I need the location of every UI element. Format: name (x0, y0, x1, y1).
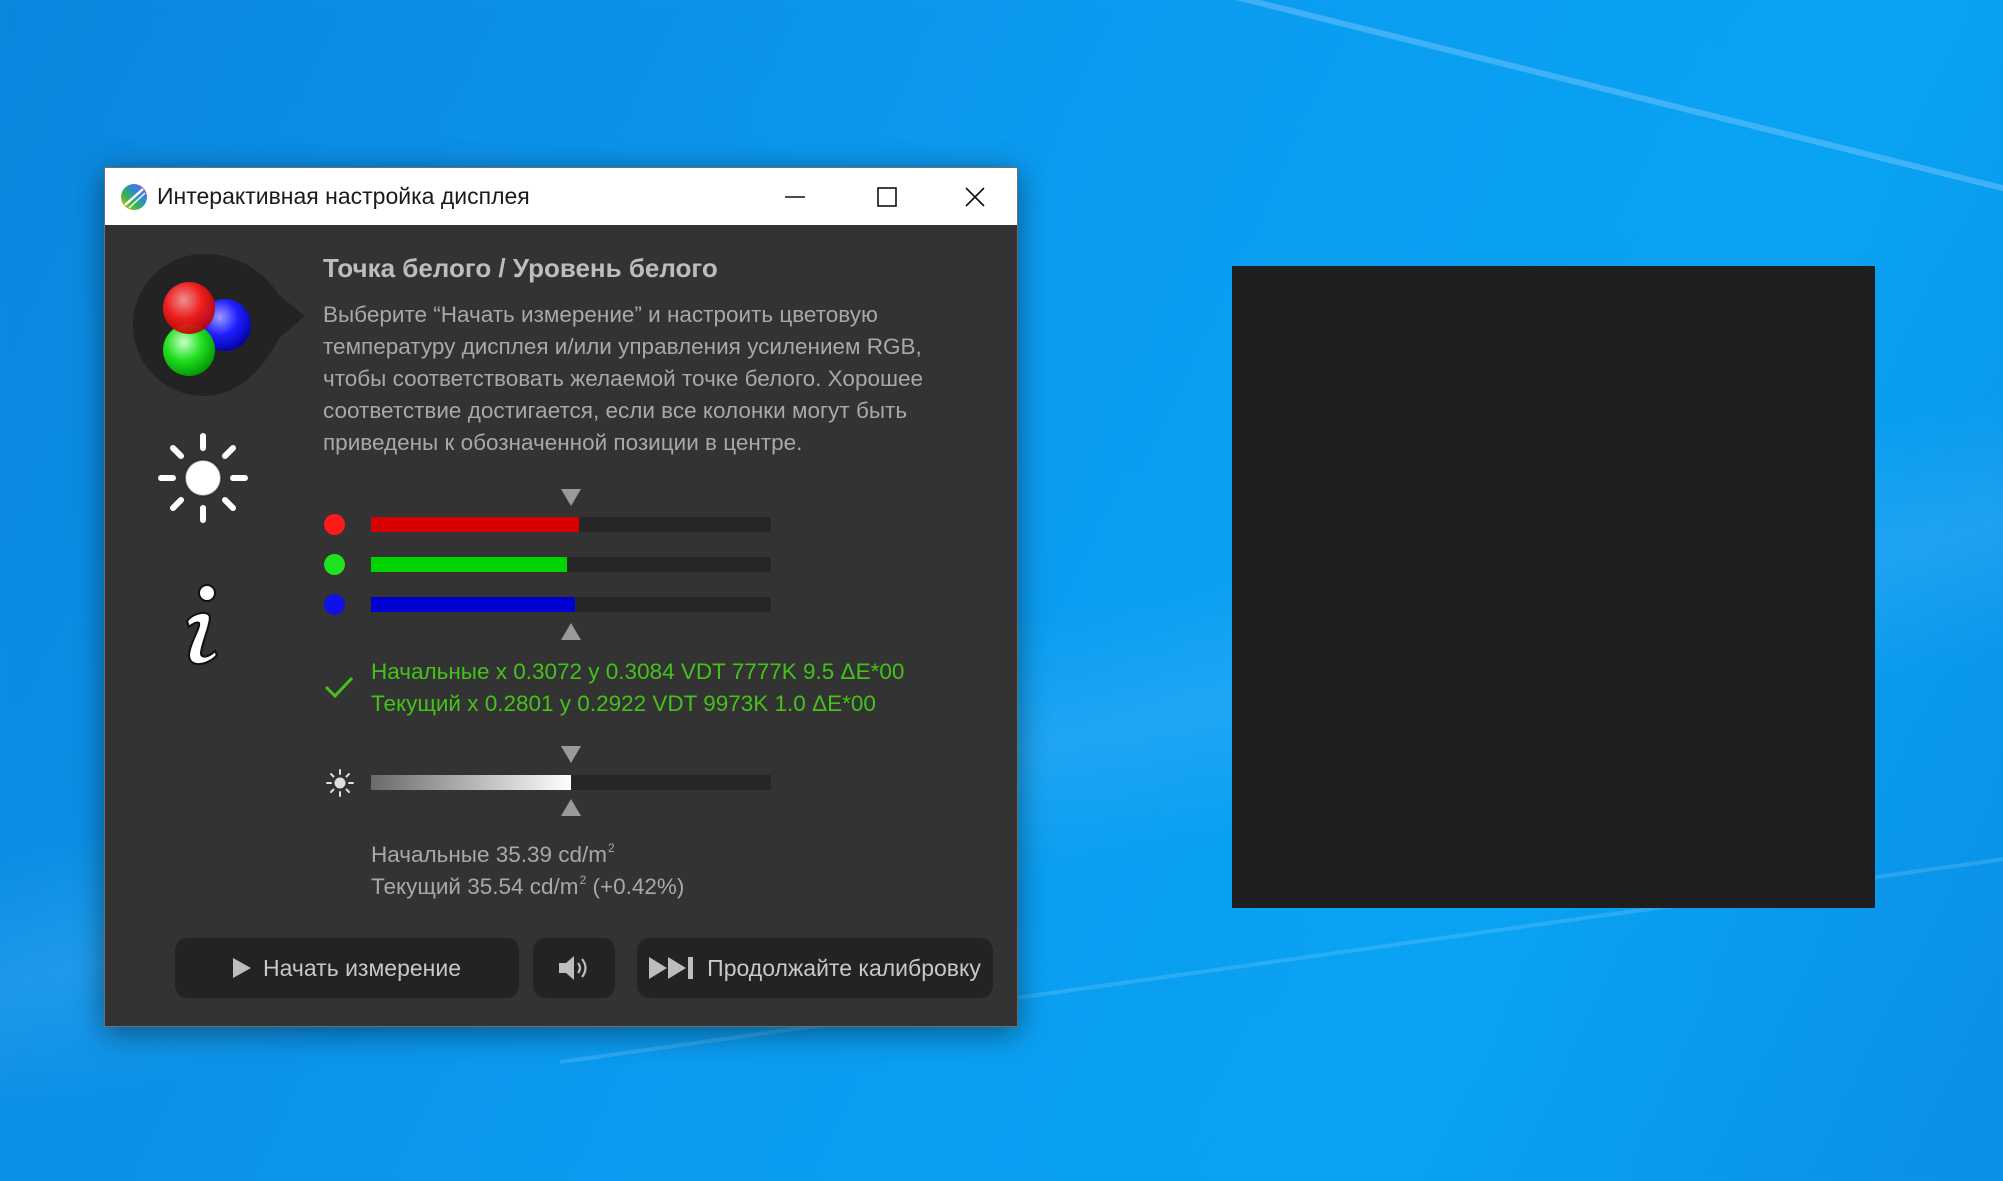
close-icon (965, 186, 985, 207)
wallpaper-streak (1098, 0, 2003, 305)
maximize-button[interactable] (841, 168, 933, 225)
measurement-patch (1232, 266, 1875, 908)
calibration-window: Интерактивная настройка дисплея Точка бе… (104, 167, 1018, 1027)
continue-calibration-button[interactable]: Продолжайте калибровку (637, 938, 993, 998)
luminance-marker-bottom (561, 799, 581, 816)
luminance-fill (371, 775, 571, 790)
close-button[interactable] (933, 168, 1017, 225)
target-marker-bottom (561, 623, 581, 640)
play-icon (233, 958, 251, 978)
red-channel-dot (324, 514, 345, 535)
green-channel-dot (324, 554, 345, 575)
white-point-current: Текущий x 0.2801 y 0.2922 VDT 9973K 1.0 … (371, 691, 876, 716)
title-bar[interactable]: Интерактивная настройка дисплея (105, 168, 1017, 225)
blue-gain-bar (371, 597, 771, 612)
white-point-initial: Начальные x 0.3072 y 0.3084 VDT 7777K 9.… (371, 659, 905, 684)
info-icon[interactable] (175, 583, 231, 669)
red-gain-bar (371, 517, 771, 532)
start-measurement-button[interactable]: Начать измерение (175, 938, 519, 998)
target-marker-top (561, 489, 581, 506)
red-gain-fill (371, 517, 579, 532)
brightness-icon[interactable] (155, 430, 251, 526)
instructions-text: Выберите “Начать измерение” и настроить … (323, 302, 924, 455)
minimize-button[interactable] (749, 168, 841, 225)
green-gain-bar (371, 557, 771, 572)
green-gain-fill (371, 557, 567, 572)
maximize-icon (877, 186, 897, 207)
minimize-icon (785, 195, 805, 198)
app-logo-icon (121, 184, 147, 210)
luminance-bar (371, 775, 771, 790)
small-brightness-icon (326, 769, 354, 797)
section-heading: Точка белого / Уровень белого (323, 253, 718, 283)
blue-channel-dot (324, 594, 345, 615)
sound-icon (559, 956, 587, 980)
window-title: Интерактивная настройка дисплея (157, 183, 530, 209)
rgb-circles-icon[interactable] (129, 250, 305, 400)
blue-gain-fill (371, 597, 575, 612)
skip-forward-icon (649, 957, 695, 979)
checkmark-icon (324, 676, 354, 699)
luminance-marker-top (561, 746, 581, 763)
sound-button[interactable] (533, 938, 615, 998)
luminance-current: Текущий 35.54 cd/m2 (+0.42%) (371, 873, 685, 899)
